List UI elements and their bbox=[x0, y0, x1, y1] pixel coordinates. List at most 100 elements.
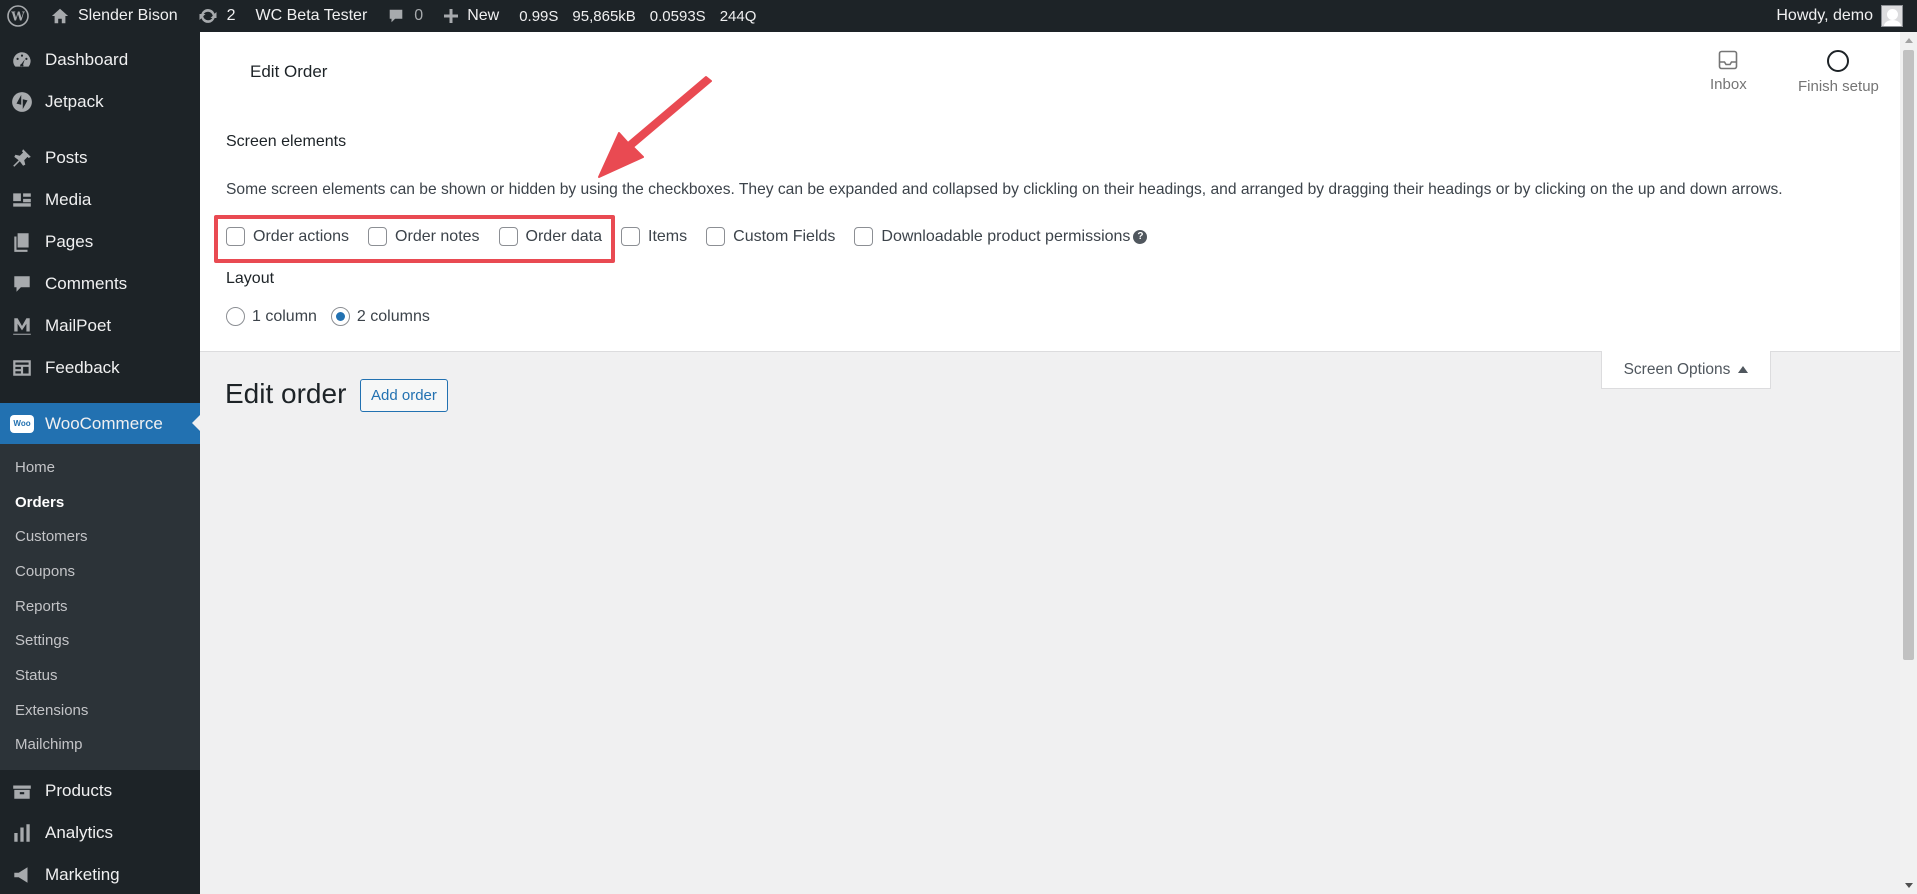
admin-bar: W Slender Bison 2 WC Beta Tester 0 New 0… bbox=[0, 0, 1917, 32]
menu-dashboard[interactable]: Dashboard bbox=[0, 39, 200, 81]
new-content-link[interactable]: New bbox=[433, 0, 509, 32]
menu-mailpoet[interactable]: MailPoet bbox=[0, 305, 200, 347]
comment-icon bbox=[389, 9, 403, 23]
menu-marketing[interactable]: Marketing bbox=[0, 854, 200, 894]
updates-count: 2 bbox=[226, 7, 236, 24]
submenu-mailchimp[interactable]: Mailchimp bbox=[0, 728, 200, 763]
menu-label: MailPoet bbox=[45, 316, 112, 335]
checkbox[interactable] bbox=[621, 227, 641, 246]
inbox-button[interactable]: Inbox bbox=[1710, 48, 1747, 93]
radio-button[interactable] bbox=[226, 307, 245, 326]
radio-button[interactable] bbox=[330, 307, 350, 326]
menu-products[interactable]: Products bbox=[0, 770, 200, 812]
submenu-status[interactable]: Status bbox=[0, 658, 200, 693]
scroll-up-icon[interactable] bbox=[1905, 38, 1913, 43]
comments-count: 0 bbox=[414, 7, 424, 24]
wordpress-logo-icon[interactable]: W bbox=[0, 0, 41, 32]
page-heading: Edit order bbox=[225, 378, 347, 409]
menu-comments[interactable]: Comments bbox=[0, 263, 200, 305]
woocommerce-header: Edit Order Inbox Finish setup bbox=[200, 32, 1900, 104]
add-order-button[interactable]: Add order bbox=[360, 379, 448, 412]
finish-setup-button[interactable]: Finish setup bbox=[1798, 48, 1879, 95]
perf-time: 0.99S bbox=[519, 7, 559, 25]
checkbox-downloadable-permissions[interactable]: Downloadable product permissions? bbox=[854, 227, 1148, 246]
perf-queries: 244Q bbox=[719, 7, 757, 25]
menu-label: Media bbox=[45, 190, 92, 209]
layout-radios: 1 column 2 columns bbox=[226, 307, 444, 326]
annotation-highlight-box bbox=[214, 215, 615, 263]
menu-label: WooCommerce bbox=[45, 413, 163, 433]
plus-icon bbox=[444, 9, 459, 23]
submenu-coupons[interactable]: Coupons bbox=[0, 554, 200, 589]
perf-memory: 95,865kB bbox=[572, 7, 636, 25]
submenu-customers[interactable]: Customers bbox=[0, 519, 200, 554]
menu-feedback[interactable]: Feedback bbox=[0, 347, 200, 389]
menu-pages[interactable]: Pages bbox=[0, 221, 200, 263]
submenu-extensions[interactable]: Extensions bbox=[0, 693, 200, 728]
screen-options-label: Screen Options bbox=[1623, 360, 1731, 378]
menu-posts[interactable]: Posts bbox=[0, 137, 200, 179]
radio-1-column[interactable]: 1 column bbox=[226, 307, 317, 326]
scrollbar-thumb[interactable] bbox=[1903, 50, 1914, 660]
dashboard-icon bbox=[10, 48, 34, 72]
scroll-down-icon[interactable] bbox=[1905, 883, 1913, 888]
submenu-reports[interactable]: Reports bbox=[0, 589, 200, 624]
feedback-icon bbox=[10, 356, 34, 380]
inbox-label: Inbox bbox=[1710, 76, 1747, 93]
checkbox-custom-fields[interactable]: Custom Fields bbox=[706, 227, 835, 246]
my-account[interactable]: Howdy, demo bbox=[1776, 0, 1917, 32]
menu-jetpack[interactable]: Jetpack bbox=[0, 81, 200, 123]
menu-label: Pages bbox=[45, 232, 94, 251]
layout-heading: Layout bbox=[226, 270, 275, 287]
screen-elements-heading: Screen elements bbox=[226, 133, 347, 150]
jetpack-icon bbox=[10, 90, 34, 114]
pages-icon bbox=[10, 230, 34, 254]
comments-link[interactable]: 0 bbox=[377, 0, 433, 32]
caret-up-icon bbox=[1738, 366, 1749, 373]
submenu-settings[interactable]: Settings bbox=[0, 623, 200, 658]
analytics-icon bbox=[10, 821, 34, 845]
perf-query-time: 0.0593S bbox=[649, 7, 706, 25]
site-name-link[interactable]: Slender Bison bbox=[41, 0, 188, 32]
radio-label: 2 columns bbox=[356, 307, 430, 325]
menu-woocommerce[interactable]: Woo WooCommerce bbox=[0, 403, 200, 444]
radio-2-columns[interactable]: 2 columns bbox=[330, 307, 430, 326]
updates-icon bbox=[199, 9, 217, 23]
menu-media[interactable]: Media bbox=[0, 179, 200, 221]
page-title: Edit Order bbox=[250, 62, 328, 81]
checkbox[interactable] bbox=[706, 227, 726, 246]
checkbox-label: Downloadable product permissions bbox=[881, 227, 1131, 245]
submenu-home[interactable]: Home bbox=[0, 450, 200, 485]
screen-options-toggle[interactable]: Screen Options bbox=[1601, 351, 1771, 389]
updates-link[interactable]: 2 bbox=[188, 0, 246, 32]
radio-label: 1 column bbox=[252, 307, 317, 325]
query-monitor-link[interactable]: 0.99S 95,865kB 0.0593S 244Q bbox=[509, 0, 766, 32]
comments-icon bbox=[10, 272, 34, 296]
wc-beta-tester-link[interactable]: WC Beta Tester bbox=[246, 0, 378, 32]
submenu-orders[interactable]: Orders bbox=[0, 485, 200, 520]
admin-sidebar: Dashboard Jetpack Posts Media Pages Comm… bbox=[0, 32, 200, 894]
site-name: Slender Bison bbox=[78, 7, 178, 24]
greeting: Howdy, demo bbox=[1776, 7, 1873, 24]
help-icon[interactable]: ? bbox=[1133, 229, 1148, 244]
menu-label: Marketing bbox=[45, 865, 120, 885]
woocommerce-icon: Woo bbox=[10, 412, 34, 436]
screen-elements-description: Some screen elements can be shown or hid… bbox=[226, 181, 1783, 198]
inbox-icon bbox=[1719, 50, 1738, 70]
checkbox-label: Items bbox=[648, 227, 688, 245]
wc-beta-tester-label: WC Beta Tester bbox=[255, 7, 368, 24]
checkbox[interactable] bbox=[854, 227, 874, 246]
menu-label: Dashboard bbox=[45, 50, 129, 69]
media-icon bbox=[10, 188, 34, 212]
finish-setup-label: Finish setup bbox=[1798, 78, 1879, 95]
menu-analytics[interactable]: Analytics bbox=[0, 812, 200, 854]
pin-icon bbox=[10, 146, 34, 170]
home-icon bbox=[51, 8, 69, 24]
mailpoet-icon bbox=[10, 314, 34, 338]
checkbox-label: Custom Fields bbox=[733, 227, 836, 245]
menu-label: Products bbox=[45, 781, 113, 801]
checkbox-items[interactable]: Items bbox=[621, 227, 687, 246]
scrollbar[interactable] bbox=[1900, 32, 1917, 894]
new-label: New bbox=[467, 7, 500, 24]
avatar bbox=[1881, 5, 1903, 27]
